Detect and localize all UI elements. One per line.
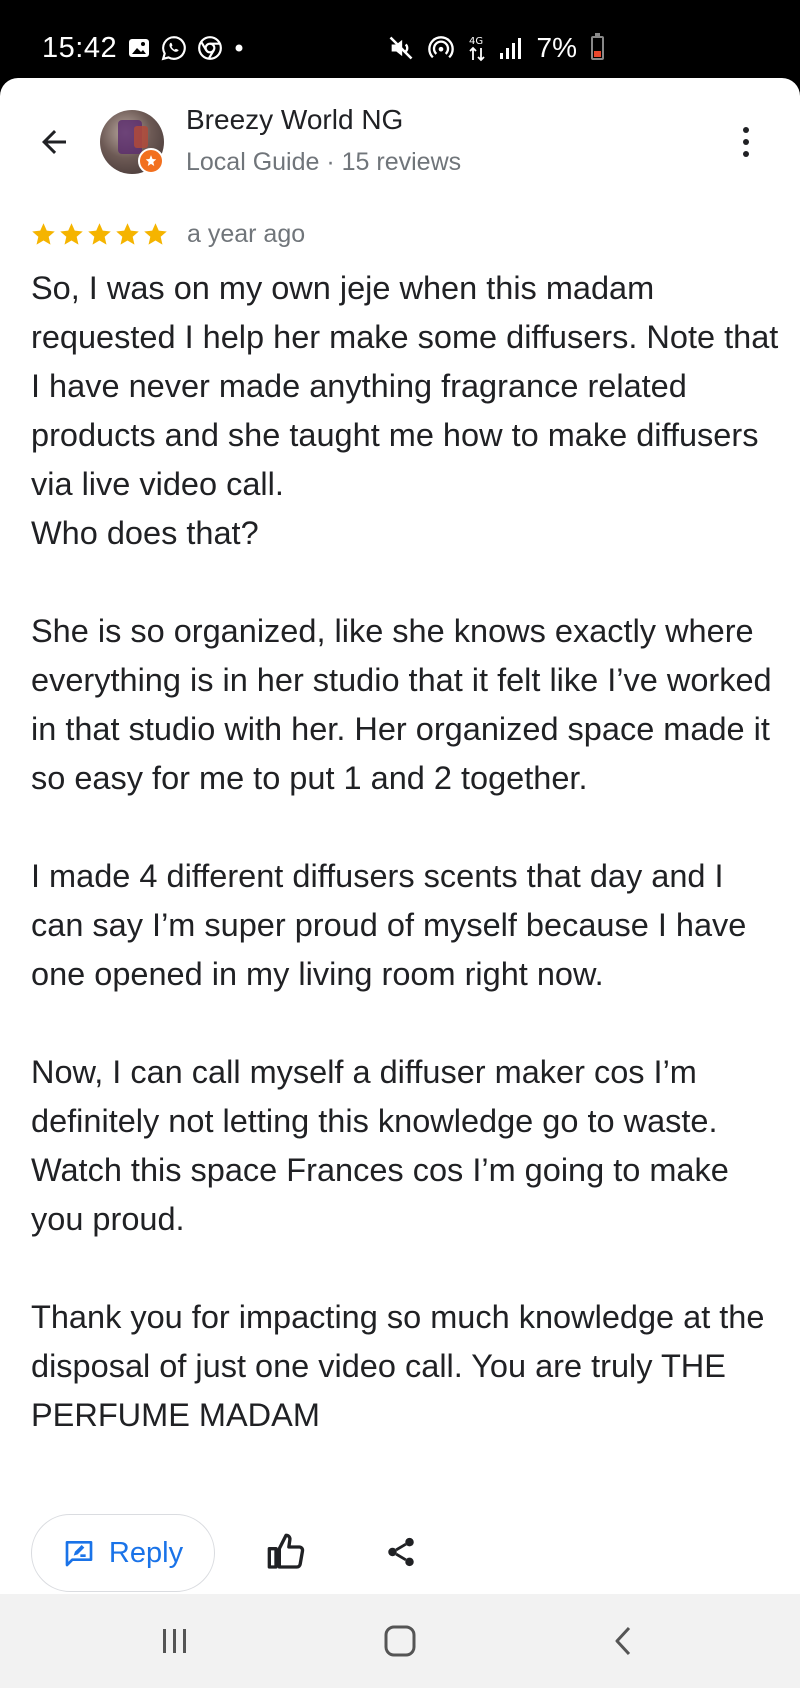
reply-label: Reply bbox=[108, 1536, 184, 1569]
system-nav-bar bbox=[0, 1594, 800, 1688]
review-time: a year ago bbox=[187, 219, 306, 248]
star-icon bbox=[116, 222, 139, 245]
gallery-icon bbox=[127, 36, 151, 60]
review-paragraph: She is so organized, like she knows exac… bbox=[31, 613, 772, 796]
review-sheet: Breezy World NG Local Guide · 15 reviews… bbox=[0, 78, 800, 1594]
back-nav-button[interactable] bbox=[594, 1617, 654, 1665]
share-button[interactable] bbox=[378, 1529, 424, 1575]
signal-icon bbox=[499, 35, 525, 61]
more-vert-icon bbox=[743, 127, 749, 133]
review-paragraph: So, I was on my own jeje when this madam… bbox=[31, 270, 779, 551]
reply-edit-icon bbox=[65, 1541, 93, 1567]
more-options-button[interactable] bbox=[726, 118, 766, 166]
status-time: 15:42 bbox=[42, 31, 118, 64]
review-actions: Reply bbox=[0, 1514, 800, 1592]
rating-row: a year ago bbox=[30, 214, 305, 254]
battery-percent: 7% bbox=[536, 32, 577, 63]
review-paragraph: Now, I can call myself a diffuser maker … bbox=[31, 1054, 729, 1237]
battery-icon bbox=[591, 33, 604, 60]
status-bar: 15:42 4G 7% bbox=[0, 0, 800, 78]
back-button[interactable] bbox=[30, 118, 78, 166]
hotspot-icon bbox=[427, 34, 455, 62]
home-button[interactable] bbox=[370, 1617, 430, 1665]
like-button[interactable] bbox=[263, 1529, 309, 1575]
arrow-left-icon bbox=[42, 130, 66, 154]
review-paragraph: Thank you for impacting so much knowledg… bbox=[31, 1299, 765, 1433]
star-icon bbox=[60, 222, 83, 245]
chrome-icon bbox=[197, 35, 223, 61]
back-nav-icon bbox=[615, 1626, 631, 1656]
review-paragraph: I made 4 different diffusers scents that… bbox=[31, 858, 747, 992]
home-icon bbox=[384, 1625, 416, 1657]
recent-apps-button[interactable] bbox=[145, 1617, 205, 1665]
reply-button[interactable]: Reply bbox=[31, 1514, 215, 1592]
status-bar-right: 4G 7% bbox=[387, 30, 604, 66]
review-header: Breezy World NG Local Guide · 15 reviews bbox=[0, 78, 800, 198]
data-4g-icon: 4G bbox=[467, 33, 487, 63]
svg-text:4G: 4G bbox=[469, 36, 483, 47]
recent-apps-icon bbox=[163, 1629, 186, 1653]
reviewer-name[interactable]: Breezy World NG bbox=[186, 104, 403, 136]
whatsapp-icon bbox=[161, 35, 187, 61]
star-icon bbox=[88, 222, 111, 245]
local-guide-badge-icon bbox=[138, 148, 164, 174]
star-icon bbox=[32, 222, 55, 245]
mute-icon bbox=[387, 34, 415, 62]
review-body: So, I was on my own jeje when this madam… bbox=[31, 264, 781, 1440]
status-bar-left: 15:42 bbox=[42, 30, 245, 66]
share-icon bbox=[388, 1537, 414, 1567]
thumb-up-icon bbox=[267, 1533, 305, 1569]
reviewer-meta: Local Guide · 15 reviews bbox=[186, 148, 462, 176]
dot-icon bbox=[233, 42, 245, 54]
star-icon bbox=[144, 222, 167, 245]
star-rating bbox=[30, 221, 169, 248]
